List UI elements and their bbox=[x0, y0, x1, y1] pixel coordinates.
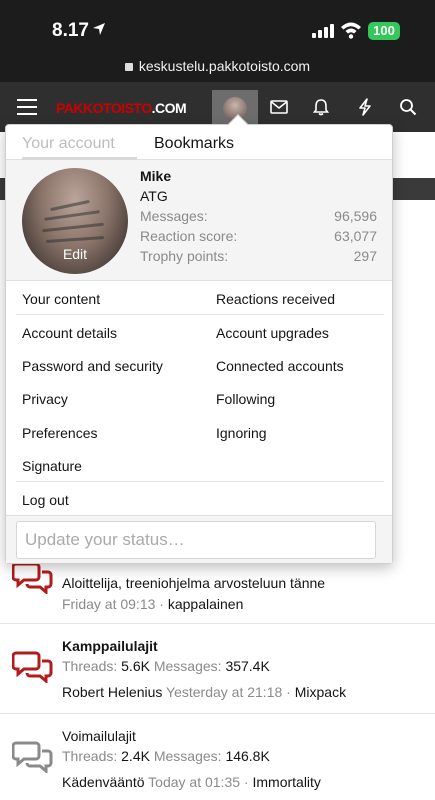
privacy-link[interactable]: Privacy bbox=[22, 391, 68, 407]
battery-indicator: 100 bbox=[368, 22, 400, 40]
following-link[interactable]: Following bbox=[216, 391, 275, 407]
mail-icon[interactable] bbox=[270, 98, 288, 116]
edit-avatar-button[interactable]: Edit bbox=[22, 246, 128, 262]
bell-icon[interactable] bbox=[312, 98, 330, 116]
lock-icon bbox=[124, 63, 133, 71]
stat-reaction-score: Reaction score: 63,077 bbox=[140, 228, 377, 244]
account-details-link[interactable]: Account details bbox=[22, 325, 117, 341]
popup-tabs: Your account Bookmarks bbox=[6, 125, 392, 160]
chat-bubbles-icon bbox=[12, 651, 53, 683]
tab-your-account[interactable]: Your account bbox=[22, 135, 137, 160]
account-popup: Your account Bookmarks Edit Mike ATG Mes… bbox=[5, 114, 393, 564]
preferences-link[interactable]: Preferences bbox=[22, 425, 97, 441]
your-content-link[interactable]: Your content bbox=[22, 291, 100, 307]
address-bar[interactable]: keskustelu.pakkotoisto.com bbox=[0, 58, 435, 74]
chat-bubbles-icon bbox=[12, 562, 53, 594]
menu-icon[interactable] bbox=[17, 99, 37, 115]
forum-title[interactable]: Voimailulajit bbox=[62, 728, 136, 744]
account-upgrades-link[interactable]: Account upgrades bbox=[216, 325, 329, 341]
user-title: ATG bbox=[140, 188, 168, 204]
connected-accounts-link[interactable]: Connected accounts bbox=[216, 358, 344, 374]
last-post-time: Friday at 09:13 bbox=[62, 596, 156, 612]
status-input[interactable] bbox=[16, 521, 376, 559]
wifi-icon bbox=[341, 22, 361, 39]
signature-link[interactable]: Signature bbox=[22, 458, 82, 474]
url-text: keskustelu.pakkotoisto.com bbox=[138, 58, 311, 74]
status-update-area bbox=[6, 515, 392, 563]
last-post-user[interactable]: kappalainen bbox=[168, 596, 244, 612]
stat-trophy-points: Trophy points: 297 bbox=[140, 248, 377, 264]
last-post-user[interactable]: Immortality bbox=[252, 774, 320, 790]
bolt-icon[interactable] bbox=[356, 98, 374, 116]
username[interactable]: Mike bbox=[140, 168, 171, 184]
last-post-time: Today at 01:35 bbox=[148, 774, 241, 790]
last-post-title[interactable]: Aloittelija, treeniohjelma arvosteluun t… bbox=[62, 575, 325, 591]
password-security-link[interactable]: Password and security bbox=[22, 358, 163, 374]
ios-status-bar: 8.17 100 keskustelu.pakkotoisto.com bbox=[0, 0, 435, 82]
site-logo[interactable]: PAKKOTOISTO.COM bbox=[56, 100, 187, 116]
last-post-title[interactable]: Kädenvääntö bbox=[62, 774, 145, 790]
forum-title[interactable]: Kamppailulajit bbox=[62, 638, 158, 654]
last-post-user[interactable]: Mixpack bbox=[295, 684, 346, 700]
avatar[interactable]: Edit bbox=[22, 168, 128, 274]
cellular-signal-icon bbox=[312, 24, 334, 38]
profile-summary: Edit Mike ATG Messages: 96,596 Reaction s… bbox=[6, 160, 392, 281]
last-post-title[interactable]: Robert Helenius bbox=[62, 684, 162, 700]
search-icon[interactable] bbox=[399, 98, 417, 116]
location-arrow-icon bbox=[93, 23, 105, 35]
stat-messages: Messages: 96,596 bbox=[140, 208, 377, 224]
forum-stats: Threads: 5.6K Messages: 357.4K bbox=[62, 658, 270, 674]
reactions-received-link[interactable]: Reactions received bbox=[216, 291, 335, 307]
last-post-time: Yesterday at 21:18 bbox=[166, 684, 283, 700]
log-out-link[interactable]: Log out bbox=[22, 492, 69, 508]
ignoring-link[interactable]: Ignoring bbox=[216, 425, 267, 441]
forum-stats: Threads: 2.4K Messages: 146.8K bbox=[62, 748, 270, 764]
chat-bubbles-icon bbox=[12, 741, 53, 773]
tab-bookmarks[interactable]: Bookmarks bbox=[154, 135, 234, 153]
clock: 8.17 bbox=[52, 20, 89, 41]
